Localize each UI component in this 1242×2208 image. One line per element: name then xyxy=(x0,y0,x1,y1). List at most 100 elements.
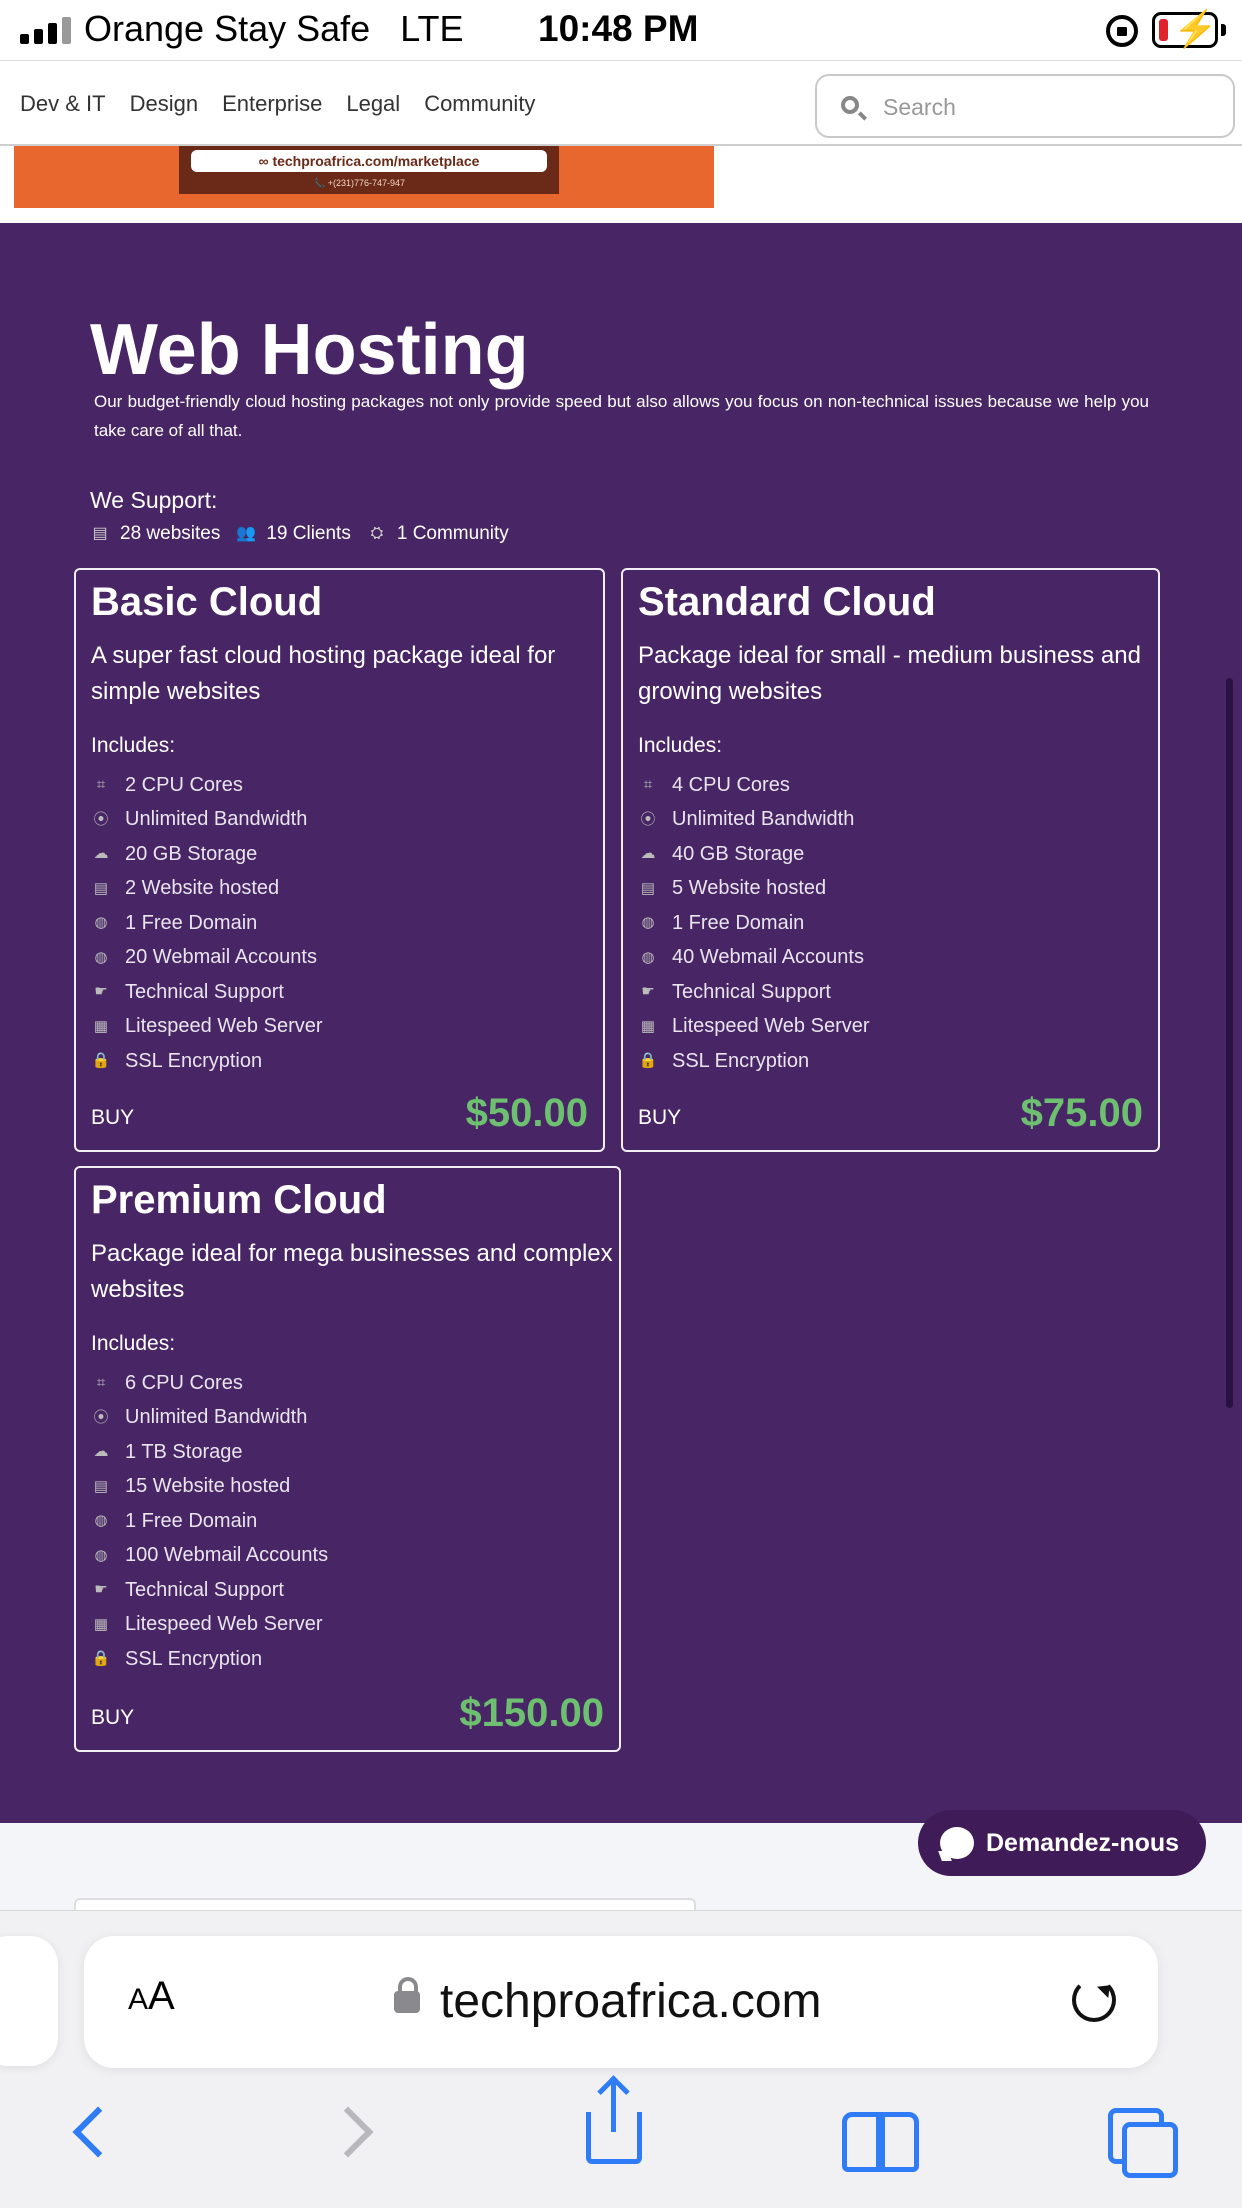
search-placeholder: Search xyxy=(883,94,956,120)
share-icon[interactable] xyxy=(586,2082,642,2164)
server-icon: ▦ xyxy=(93,1017,109,1035)
feature-item: ◍ 1 Free Domain xyxy=(91,1504,328,1539)
plan-card-premium: Premium Cloud Package ideal for mega bus… xyxy=(74,1166,621,1752)
feature-item: ▤ 15 Website hosted xyxy=(91,1470,328,1505)
plan-description: Package ideal for mega businesses and co… xyxy=(91,1240,613,1303)
nav-link-design[interactable]: Design xyxy=(130,91,198,117)
address-bar[interactable]: AA techproafrica.com xyxy=(84,1936,1158,2068)
search-input[interactable]: Search xyxy=(815,74,1235,138)
orientation-lock-icon xyxy=(1106,15,1138,47)
section-description: Our budget-friendly cloud hosting packag… xyxy=(94,392,1149,440)
support-icon: ☛ xyxy=(94,983,108,1001)
site-nav: Dev & IT Design Enterprise Legal Communi… xyxy=(0,60,1242,146)
storage-icon: ☁ xyxy=(93,845,109,863)
feature-item: ▦ Litespeed Web Server xyxy=(638,1010,870,1045)
url-text: techproafrica.com xyxy=(440,1975,822,2028)
feature-item: ⌗ 2 CPU Cores xyxy=(91,768,323,803)
feature-item: 🔒 SSL Encryption xyxy=(91,1049,263,1072)
stat-websites: 28 websites xyxy=(120,523,221,544)
nav-link-dev-it[interactable]: Dev & IT xyxy=(20,91,106,117)
signal-icon xyxy=(20,16,71,44)
feature-item: ☛ Technical Support xyxy=(91,1573,328,1608)
ssl-lock-icon: 🔒 xyxy=(638,1052,658,1070)
feature-list: ⌗ 6 CPU Cores ⦿ Unlimited Bandwidth ☁ 1 TB … xyxy=(91,1366,328,1677)
plan-description: Package ideal for small - medium busines… xyxy=(638,642,1141,705)
feature-item: ☁ 40 GB Storage xyxy=(638,837,870,872)
community-icon: ⛭ xyxy=(370,525,384,542)
back-button[interactable] xyxy=(66,2100,106,2160)
support-label: We Support: xyxy=(90,487,218,513)
nav-link-enterprise[interactable]: Enterprise xyxy=(222,91,322,117)
feature-item: ◍ 1 Free Domain xyxy=(638,906,870,941)
feature-item: ◍ 100 Webmail Accounts xyxy=(91,1539,328,1574)
mail-globe-icon: ◍ xyxy=(94,948,108,966)
feature-item: ⦿ Unlimited Bandwidth xyxy=(91,1401,328,1436)
support-stats: ▤ 28 websites 👥 19 Clients ⛭ 1 Community xyxy=(90,523,508,545)
nav-links: Dev & IT Design Enterprise Legal Communi… xyxy=(20,91,535,117)
mail-globe-icon: ◍ xyxy=(94,1546,108,1564)
marketplace-banner[interactable]: ∞ techproafrica.com/marketplace 📞 +(231)… xyxy=(14,146,714,208)
includes-label: Includes: xyxy=(91,1332,176,1355)
storage-icon: ☁ xyxy=(640,845,656,863)
buy-button[interactable]: BUY xyxy=(91,1706,134,1730)
plan-card-basic: Basic Cloud A super fast cloud hosting p… xyxy=(74,568,605,1152)
status-time: 10:48 PM xyxy=(538,8,699,49)
section-title: Web Hosting xyxy=(90,310,529,390)
forward-button[interactable] xyxy=(330,2100,370,2160)
feature-item: ☁ 1 TB Storage xyxy=(91,1435,328,1470)
support-icon: ☛ xyxy=(641,983,655,1001)
feature-item: ▦ Litespeed Web Server xyxy=(91,1010,323,1045)
text-size-button[interactable]: AA xyxy=(128,1974,175,2019)
battery-icon: ⚡ xyxy=(1152,11,1218,48)
buy-button[interactable]: BUY xyxy=(91,1106,134,1130)
feature-item: ⦿ Unlimited Bandwidth xyxy=(638,803,870,838)
feature-item: ◍ 40 Webmail Accounts xyxy=(638,941,870,976)
battery-cap xyxy=(1221,24,1226,36)
storage-icon: ☁ xyxy=(93,1443,109,1461)
feature-list: ⌗ 4 CPU Cores ⦿ Unlimited Bandwidth ☁ 40 GB… xyxy=(638,768,870,1079)
carrier-label: Orange Stay Safe LTE xyxy=(84,8,464,49)
includes-label: Includes: xyxy=(638,734,723,757)
bandwidth-icon: ⦿ xyxy=(93,1408,109,1426)
reload-icon[interactable] xyxy=(1072,1978,1116,2022)
web-hosting-section: Web Hosting Our budget-friendly cloud ho… xyxy=(0,223,1242,1823)
website-icon: ▤ xyxy=(92,525,108,542)
nav-link-legal[interactable]: Legal xyxy=(346,91,400,117)
cpu-icon: ⌗ xyxy=(96,1374,106,1392)
chat-button[interactable]: Demandez-nous xyxy=(918,1810,1206,1876)
chat-bubble-icon xyxy=(940,1827,974,1859)
plan-name: Basic Cloud xyxy=(91,580,323,624)
cpu-icon: ⌗ xyxy=(96,776,106,794)
bandwidth-icon: ⦿ xyxy=(640,810,656,828)
ssl-lock-icon: 🔒 xyxy=(91,1650,111,1668)
plan-price: $150.00 xyxy=(459,1691,604,1735)
plan-name: Premium Cloud xyxy=(91,1178,387,1222)
buy-button[interactable]: BUY xyxy=(638,1106,681,1130)
feature-item: ⦿ Unlimited Bandwidth xyxy=(91,803,323,838)
feature-item: ◍ 1 Free Domain xyxy=(91,906,323,941)
scroll-indicator[interactable] xyxy=(1226,678,1233,1408)
server-icon: ▦ xyxy=(93,1615,109,1633)
ssl-lock-icon: 🔒 xyxy=(91,1052,111,1070)
feature-item: ☁ 20 GB Storage xyxy=(91,837,323,872)
feature-item: ☛ Technical Support xyxy=(638,975,870,1010)
nav-link-community[interactable]: Community xyxy=(424,91,535,117)
globe-icon: ◍ xyxy=(641,914,655,932)
cpu-icon: ⌗ xyxy=(643,776,653,794)
banner-url: ∞ techproafrica.com/marketplace xyxy=(191,150,547,172)
stat-clients: 19 Clients xyxy=(266,523,351,544)
feature-item: ▤ 5 Website hosted xyxy=(638,872,870,907)
support-icon: ☛ xyxy=(94,1581,108,1599)
includes-label: Includes: xyxy=(91,734,176,757)
globe-icon: ◍ xyxy=(94,1512,108,1530)
bookmarks-icon[interactable] xyxy=(842,2112,919,2172)
feature-list: ⌗ 2 CPU Cores ⦿ Unlimited Bandwidth ☁ 20 GB… xyxy=(91,768,323,1079)
globe-icon: ◍ xyxy=(94,914,108,932)
feature-item: ⌗ 4 CPU Cores xyxy=(638,768,870,803)
previous-tab-preview[interactable] xyxy=(0,1936,58,2066)
chat-button-label: Demandez-nous xyxy=(986,1828,1180,1857)
feature-item: ▦ Litespeed Web Server xyxy=(91,1608,328,1643)
plan-description: A super fast cloud hosting package ideal… xyxy=(91,642,556,705)
mail-globe-icon: ◍ xyxy=(641,948,655,966)
tabs-icon[interactable] xyxy=(1108,2108,1178,2178)
